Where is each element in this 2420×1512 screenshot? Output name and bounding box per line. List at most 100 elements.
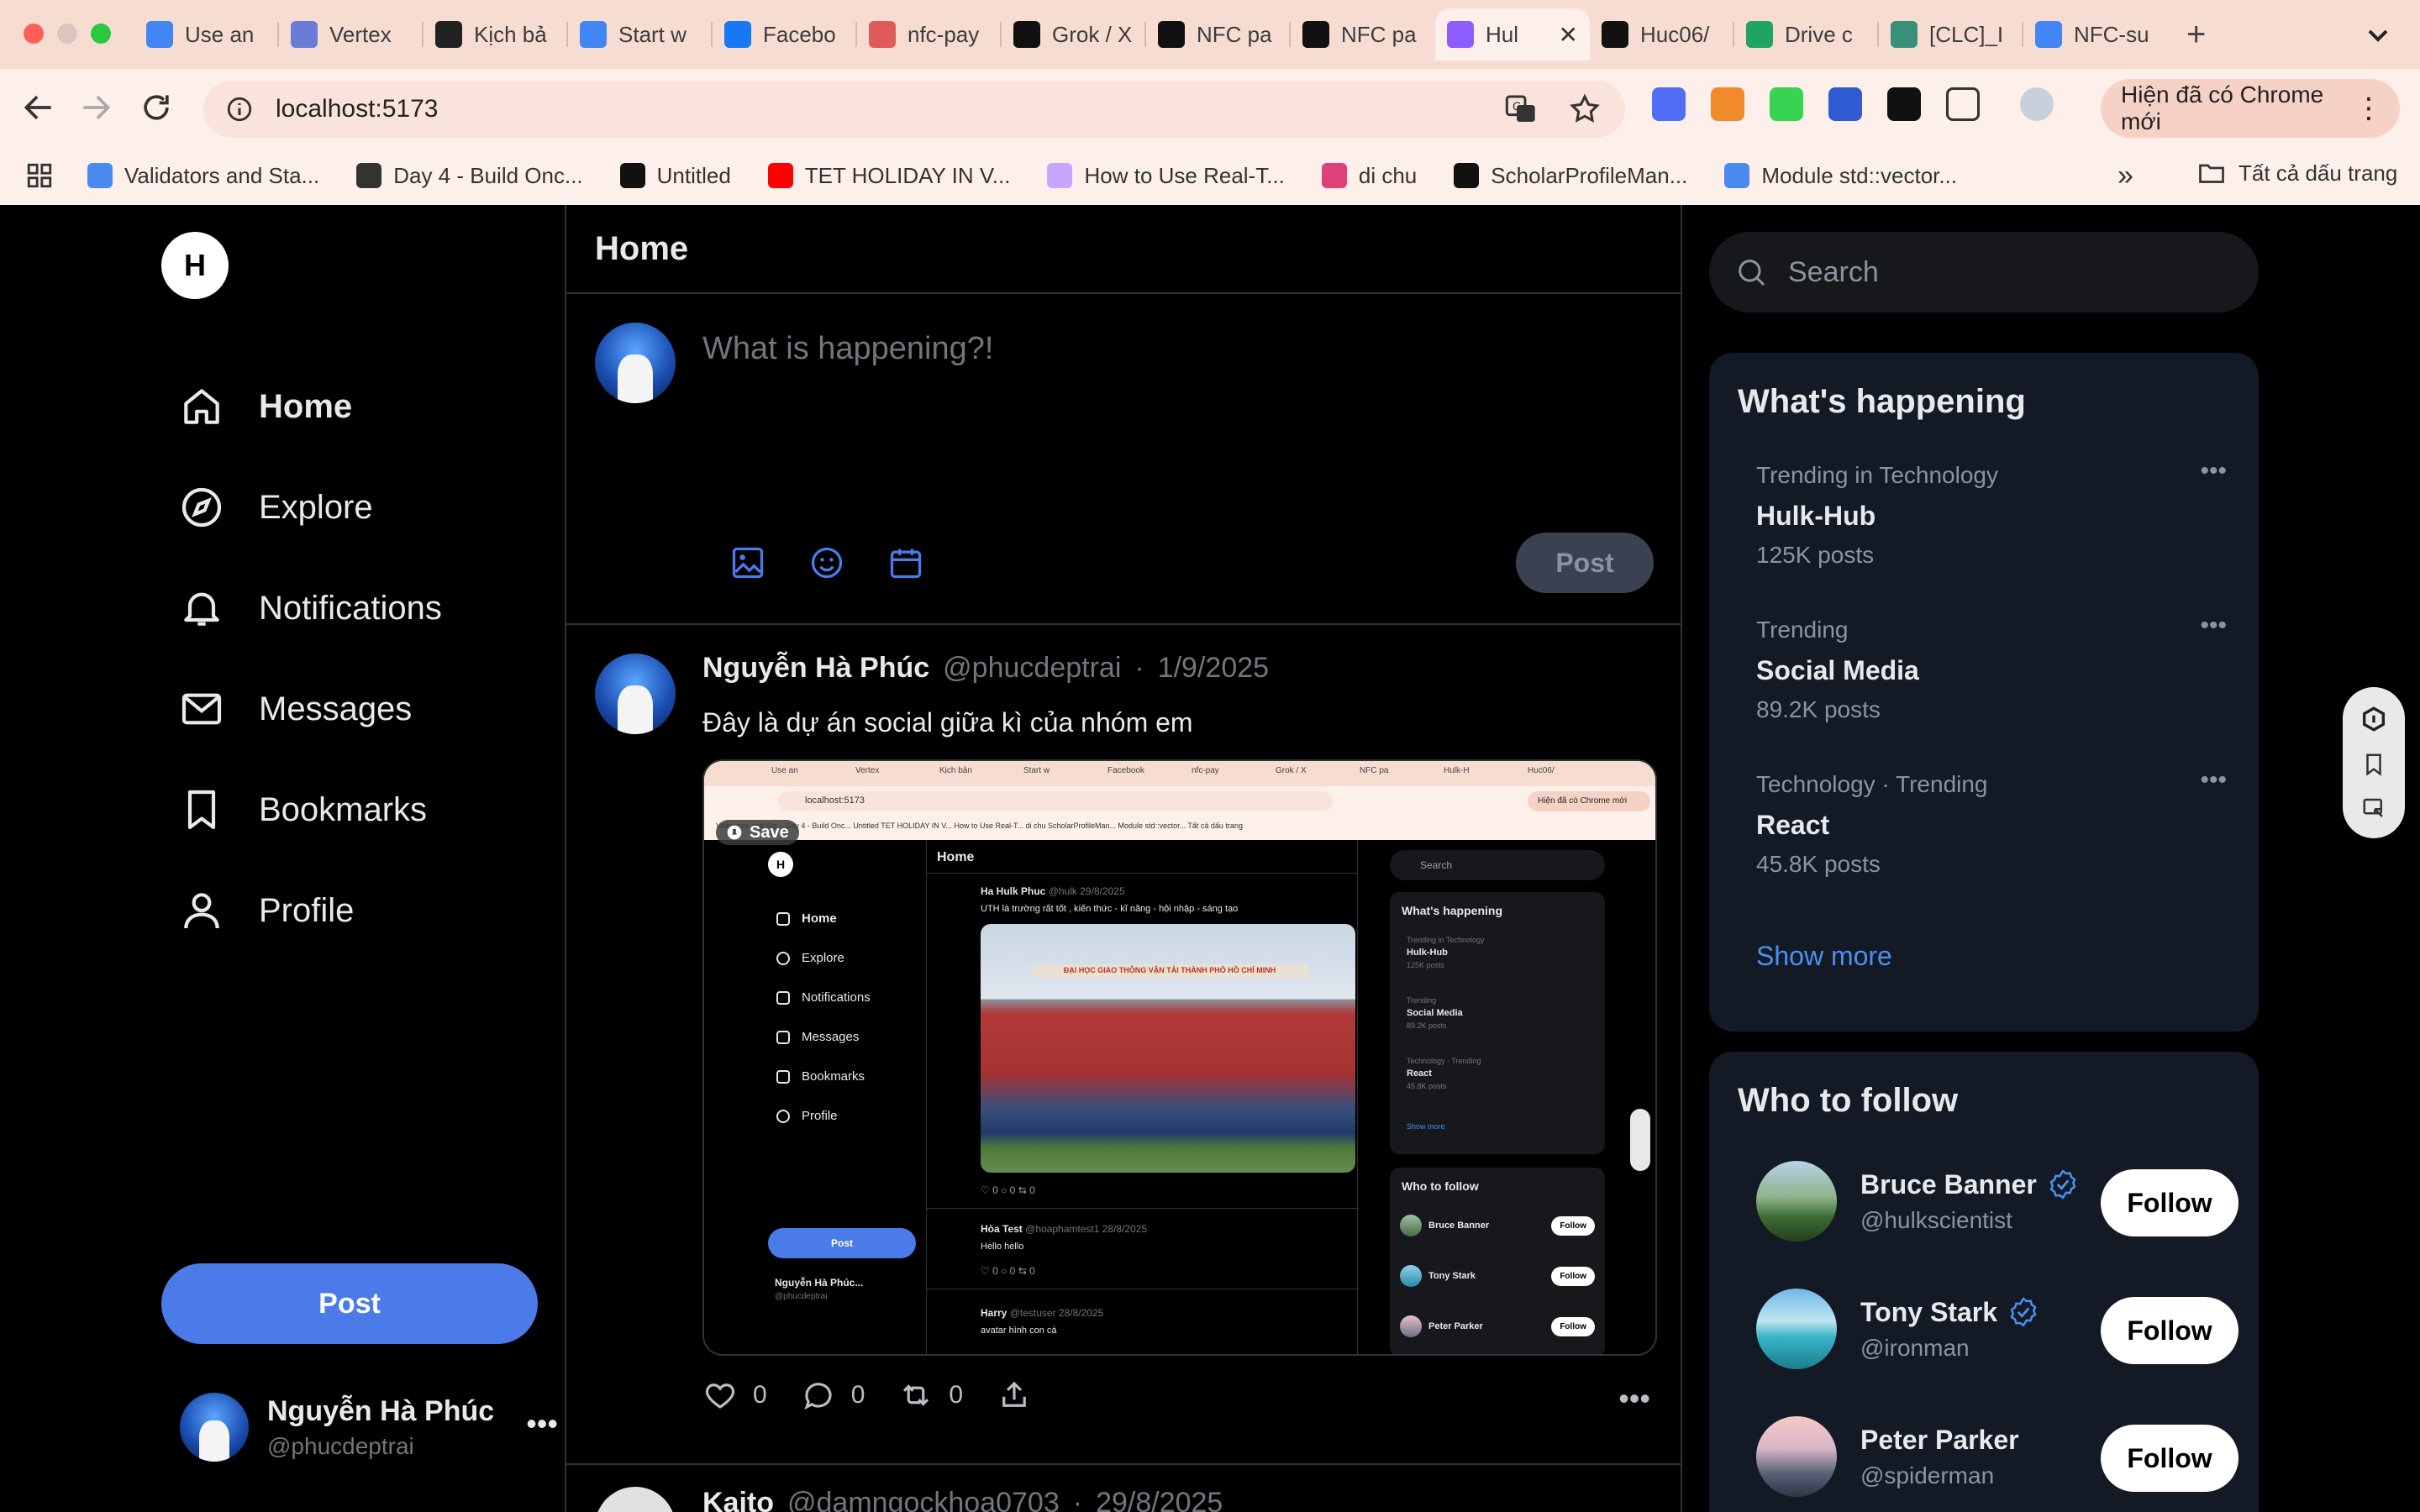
- tweet-date[interactable]: 1/9/2025: [1158, 652, 1269, 685]
- browser-tab[interactable]: Vertex: [279, 8, 424, 60]
- author-name[interactable]: Nguyễn Hà Phúc: [702, 652, 929, 685]
- search-box[interactable]: [1709, 232, 2259, 312]
- trend-item[interactable]: Technology · Trending React 45.8K posts …: [1756, 766, 2227, 878]
- chevron-double-right-icon[interactable]: »: [2118, 160, 2133, 192]
- extension-icon[interactable]: [1770, 87, 1803, 121]
- composer-post-button[interactable]: Post: [1516, 533, 1654, 593]
- tweet[interactable]: Nguyễn Hà Phúc @phucdeptrai · 1/9/2025 Đ…: [566, 625, 1681, 1465]
- avatar[interactable]: [595, 654, 676, 734]
- close-tab-icon[interactable]: ✕: [1559, 21, 1578, 49]
- author-handle[interactable]: @phucdeptrai: [943, 652, 1121, 685]
- screenshot-icon[interactable]: [2361, 795, 2386, 821]
- browser-tab[interactable]: nfc-pay: [857, 8, 1002, 60]
- site-info-icon[interactable]: [225, 95, 254, 123]
- back-arrow-icon[interactable]: [20, 89, 57, 126]
- minimize-window-button[interactable]: [57, 24, 77, 44]
- hexagon-logo-icon[interactable]: [2360, 705, 2388, 733]
- apps-grid-icon[interactable]: [25, 161, 54, 190]
- browser-tab[interactable]: NFC pa: [1291, 8, 1435, 60]
- emoji-icon[interactable]: [808, 544, 845, 581]
- save-image-button[interactable]: Save: [716, 820, 799, 845]
- chrome-update-button[interactable]: Hiện đã có Chrome mới ⋮: [2101, 79, 2400, 138]
- author-name[interactable]: Kaito: [702, 1487, 774, 1512]
- bookmark-star-icon[interactable]: [1568, 92, 1602, 126]
- retweet-button[interactable]: 0: [898, 1378, 963, 1413]
- browser-tab-active[interactable]: Hul ✕: [1435, 8, 1590, 60]
- bookmark-item[interactable]: Untitled: [619, 163, 731, 189]
- nav-item-explore[interactable]: Explore: [178, 457, 442, 558]
- more-horizontal-icon[interactable]: •••: [526, 1406, 558, 1441]
- browser-tab[interactable]: Use an: [134, 8, 279, 60]
- profile-avatar[interactable]: [2020, 87, 2054, 121]
- bookmark-icon[interactable]: [2361, 752, 2386, 777]
- extension-icon[interactable]: [1887, 87, 1921, 121]
- avatar[interactable]: [1756, 1161, 1837, 1242]
- more-vert-icon[interactable]: ⋮: [2354, 92, 2383, 125]
- show-more-link[interactable]: Show more: [1756, 941, 1892, 972]
- puzzle-icon[interactable]: [1946, 87, 1980, 121]
- bookmark-item[interactable]: TET HOLIDAY IN V...: [767, 163, 1010, 189]
- tweet[interactable]: Kaito @damngockhoa0703 · 29/8/2025: [566, 1465, 1681, 1512]
- forward-arrow-icon[interactable]: [77, 89, 114, 126]
- follow-button[interactable]: Follow: [2101, 1297, 2238, 1364]
- browser-tab[interactable]: Grok / X: [1002, 8, 1146, 60]
- tab-search-chevron-icon[interactable]: [2361, 18, 2395, 52]
- like-button[interactable]: 0: [702, 1378, 767, 1413]
- reload-icon[interactable]: [138, 89, 175, 126]
- translate-icon[interactable]: G: [1504, 92, 1538, 126]
- metamask-icon[interactable]: [1711, 87, 1744, 121]
- all-bookmarks-button[interactable]: Tất cả dấu trang: [2196, 158, 2397, 188]
- follow-suggestion[interactable]: Tony Stark @ironman Follow: [1756, 1287, 2238, 1371]
- nav-item-profile[interactable]: Profile: [178, 860, 442, 961]
- zoom-window-button[interactable]: [91, 24, 111, 44]
- avatar[interactable]: [595, 1487, 676, 1512]
- reply-button[interactable]: 0: [801, 1378, 865, 1413]
- avatar[interactable]: [1756, 1289, 1837, 1369]
- share-button[interactable]: [997, 1378, 1032, 1413]
- account-switcher[interactable]: Nguyễn Hà Phúc @phucdeptrai •••: [180, 1389, 558, 1465]
- address-bar[interactable]: localhost:5173 G: [203, 81, 1625, 138]
- nav-item-bookmarks[interactable]: Bookmarks: [178, 759, 442, 860]
- follow-suggestion[interactable]: Bruce Banner @hulkscientist Follow: [1756, 1159, 2238, 1243]
- more-horizontal-icon[interactable]: •••: [2200, 766, 2227, 795]
- bookmark-item[interactable]: Validators and Sta...: [87, 163, 319, 189]
- nav-item-notifications[interactable]: Notifications: [178, 558, 442, 659]
- compose-input[interactable]: [702, 331, 1627, 367]
- browser-tab[interactable]: Start w: [568, 8, 713, 60]
- more-horizontal-icon[interactable]: •••: [2200, 612, 2227, 640]
- browser-tab[interactable]: NFC-su: [2023, 8, 2168, 60]
- nav-item-home[interactable]: Home: [178, 356, 442, 457]
- browser-tab[interactable]: Huc06/: [1590, 8, 1734, 60]
- extension-icon[interactable]: [1828, 87, 1862, 121]
- trend-item[interactable]: Trending Social Media 89.2K posts •••: [1756, 612, 2227, 723]
- browser-tab[interactable]: Drive c: [1734, 8, 1879, 60]
- new-tab-button[interactable]: +: [2186, 16, 2206, 54]
- app-logo[interactable]: H: [161, 232, 229, 299]
- calendar-icon[interactable]: [887, 544, 924, 581]
- close-window-button[interactable]: [24, 24, 44, 44]
- browser-tab[interactable]: [CLC]_I: [1879, 8, 2023, 60]
- nav-item-messages[interactable]: Messages: [178, 659, 442, 759]
- extension-icon[interactable]: [1652, 87, 1686, 121]
- more-horizontal-icon[interactable]: •••: [2200, 457, 2227, 486]
- browser-tab[interactable]: Facebo: [713, 8, 857, 60]
- search-input[interactable]: [1788, 255, 2242, 289]
- browser-tab[interactable]: Kịch bả: [424, 8, 568, 60]
- trend-item[interactable]: Trending in Technology Hulk-Hub 125K pos…: [1756, 457, 2227, 569]
- browser-tab[interactable]: NFC pa: [1146, 8, 1291, 60]
- author-handle[interactable]: @damngockhoa0703: [787, 1487, 1060, 1512]
- tweet-more-icon[interactable]: •••: [1618, 1381, 1650, 1416]
- tweet-date[interactable]: 29/8/2025: [1096, 1487, 1223, 1512]
- sidebar-post-button[interactable]: Post: [161, 1263, 538, 1344]
- bookmark-item[interactable]: Day 4 - Build Onc...: [356, 163, 583, 189]
- avatar[interactable]: [1756, 1416, 1837, 1497]
- follow-suggestion[interactable]: Peter Parker @spiderman Follow: [1756, 1415, 2238, 1499]
- bookmark-item[interactable]: ScholarProfileMan...: [1454, 163, 1687, 189]
- bookmark-item[interactable]: Module std::vector...: [1724, 163, 1957, 189]
- bookmark-item[interactable]: di chu: [1321, 163, 1417, 189]
- bookmark-item[interactable]: How to Use Real-T...: [1047, 163, 1285, 189]
- image-icon[interactable]: [729, 544, 766, 581]
- tweet-image[interactable]: Use an Vertex Kịch bản Start w Facebook …: [702, 759, 1657, 1356]
- follow-button[interactable]: Follow: [2101, 1169, 2238, 1236]
- follow-button[interactable]: Follow: [2101, 1425, 2238, 1492]
